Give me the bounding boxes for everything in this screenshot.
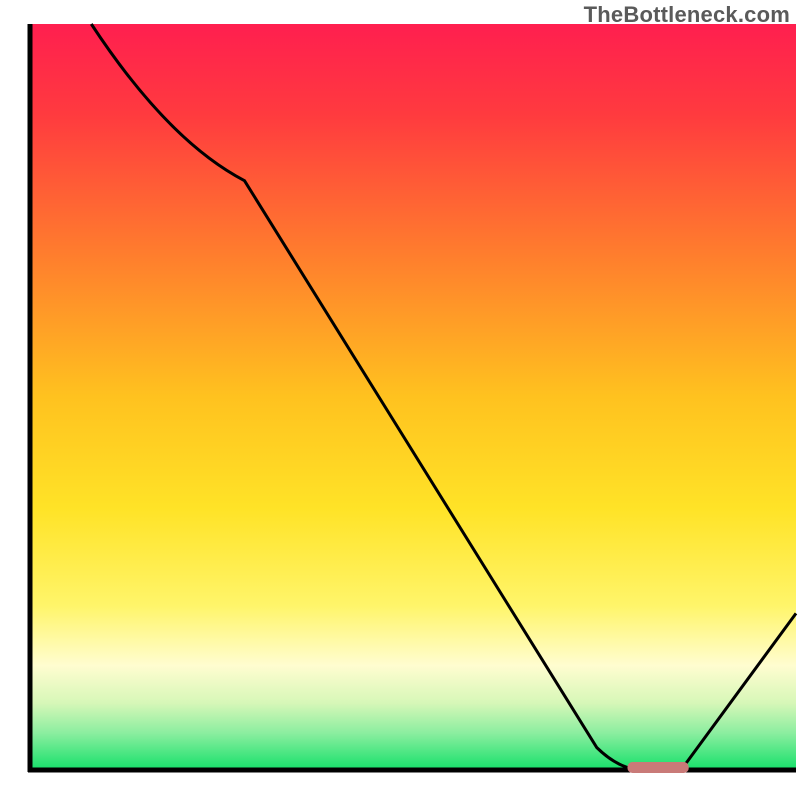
plot-background-gradient xyxy=(30,24,796,770)
optimal-range-marker xyxy=(627,762,688,773)
bottleneck-chart xyxy=(0,0,800,800)
watermark-text: TheBottleneck.com xyxy=(584,2,790,28)
chart-container: TheBottleneck.com xyxy=(0,0,800,800)
